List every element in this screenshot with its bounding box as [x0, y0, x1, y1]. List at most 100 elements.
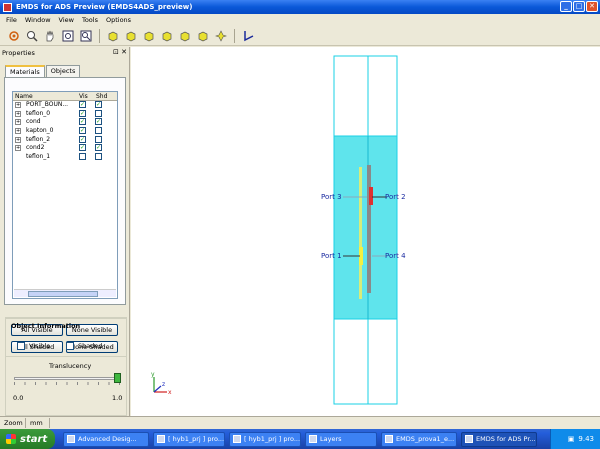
- zoom-box-icon[interactable]: [78, 28, 94, 44]
- table-row[interactable]: + cond ✓ ✓: [13, 118, 117, 127]
- visible-checkbox-box[interactable]: [17, 342, 25, 350]
- view-iso-icon[interactable]: [213, 28, 229, 44]
- 3d-viewport[interactable]: Port 3 Port 2 Port 1 Port 4 x y z: [131, 47, 600, 416]
- column-header-shd[interactable]: Shd: [94, 93, 114, 100]
- translucency-slider-thumb[interactable]: [114, 373, 121, 383]
- translucency-slider-ticks: [14, 382, 120, 385]
- zoom-fit-icon[interactable]: [60, 28, 76, 44]
- table-row[interactable]: + kapton_0 ✓: [13, 127, 117, 136]
- status-mode: Zoom: [0, 417, 26, 428]
- shd-checkbox[interactable]: [95, 127, 102, 135]
- clock[interactable]: 9.43: [578, 435, 594, 443]
- shaded-checkbox-box[interactable]: [66, 342, 74, 350]
- expand-icon[interactable]: +: [15, 110, 21, 117]
- material-name: teflon_0: [26, 109, 51, 117]
- axes-triad: x y z: [151, 371, 172, 396]
- menu-window[interactable]: Window: [21, 16, 55, 24]
- port-2-marker: [369, 187, 373, 205]
- shaded-checkbox-label: Shaded: [78, 342, 103, 350]
- column-header-vis[interactable]: Vis: [77, 93, 94, 100]
- table-row[interactable]: + cond2 ✓ ✓: [13, 144, 117, 153]
- vis-checkbox[interactable]: ✓: [79, 135, 86, 143]
- app-icon: [157, 435, 165, 443]
- network-icon[interactable]: ▣: [568, 435, 575, 443]
- orbit-icon[interactable]: [6, 28, 22, 44]
- vis-checkbox[interactable]: ✓: [79, 127, 86, 135]
- menu-options[interactable]: Options: [102, 16, 135, 24]
- port-3-label[interactable]: Port 3: [321, 193, 342, 201]
- port-2-label[interactable]: Port 2: [385, 193, 406, 201]
- menu-file[interactable]: File: [2, 16, 21, 24]
- taskbar-item-label: Advanced Desig...: [78, 435, 137, 443]
- tab-materials[interactable]: Materials: [5, 65, 45, 77]
- taskbar-item-emds-for-ads[interactable]: EMDS for ADS Pr...: [461, 431, 537, 447]
- taskbar: start Advanced Desig... [ hyb1_prj ] pro…: [0, 429, 600, 449]
- table-row[interactable]: + teflon_0 ✓: [13, 109, 117, 119]
- taskbar-item-emds-prova[interactable]: EMDS_prova1_e...: [381, 431, 457, 447]
- properties-title: Properties: [2, 48, 35, 57]
- toolbar-separator: [99, 28, 100, 43]
- vis-checkbox[interactable]: [79, 153, 86, 161]
- menu-tools[interactable]: Tools: [78, 16, 102, 24]
- app-icon: [233, 435, 241, 443]
- material-name: kapton_0: [26, 127, 54, 135]
- shaded-checkbox[interactable]: Shaded: [66, 342, 102, 350]
- view-left-icon[interactable]: [141, 28, 157, 44]
- table-row[interactable]: teflon_1: [13, 153, 117, 162]
- shd-checkbox[interactable]: [95, 153, 102, 161]
- expand-icon[interactable]: +: [15, 136, 21, 143]
- translucency-slider-track[interactable]: [14, 377, 120, 380]
- window-title: EMDS for ADS Preview (EMDS4ADS_preview): [16, 3, 193, 11]
- view-right-icon[interactable]: [159, 28, 175, 44]
- vis-checkbox[interactable]: ✓: [79, 118, 86, 126]
- taskbar-item-advanced-design[interactable]: Advanced Desig...: [63, 431, 149, 447]
- vis-checkbox[interactable]: ✓: [79, 144, 86, 152]
- shd-checkbox[interactable]: ✓: [95, 101, 102, 108]
- window-title-bar[interactable]: EMDS for ADS Preview (EMDS4ADS_preview) …: [0, 0, 600, 14]
- y-axis-label: y: [151, 371, 155, 378]
- close-button[interactable]: ✕: [586, 1, 598, 12]
- port-4-label[interactable]: Port 4: [385, 252, 406, 260]
- column-header-name[interactable]: Name: [13, 93, 77, 100]
- pin-icon[interactable]: ⊡: [113, 48, 119, 56]
- taskbar-item-hyb1-prj-1[interactable]: [ hyb1_prj ] pro...: [153, 431, 225, 447]
- shd-checkbox[interactable]: ✓: [95, 144, 102, 152]
- app-icon: [309, 435, 317, 443]
- axes-icon[interactable]: [240, 28, 256, 44]
- tab-objects[interactable]: Objects: [45, 65, 81, 77]
- menu-view[interactable]: View: [55, 16, 78, 24]
- view-bottom-icon[interactable]: [195, 28, 211, 44]
- table-row[interactable]: + PORT_BOUN... ✓ ✓: [13, 101, 117, 110]
- properties-panel: Properties ⊡ ✕ Materials Objects Name Vi…: [0, 47, 130, 416]
- vis-checkbox[interactable]: ✓: [79, 101, 86, 108]
- minimize-button[interactable]: _: [560, 1, 572, 12]
- material-name: teflon_2: [26, 135, 51, 143]
- vis-checkbox[interactable]: ✓: [79, 109, 86, 117]
- 3d-scene[interactable]: Port 3 Port 2 Port 1 Port 4 x y z: [131, 47, 600, 416]
- expand-icon[interactable]: +: [15, 102, 21, 108]
- zoom-icon[interactable]: [24, 28, 40, 44]
- expand-icon[interactable]: +: [15, 145, 21, 152]
- shd-checkbox[interactable]: [95, 135, 102, 143]
- taskbar-item-layers[interactable]: Layers: [305, 431, 377, 447]
- port-1-label[interactable]: Port 1: [321, 252, 342, 260]
- maximize-button[interactable]: □: [573, 1, 585, 12]
- shd-checkbox[interactable]: [95, 109, 102, 117]
- shd-checkbox[interactable]: ✓: [95, 118, 102, 126]
- view-top-icon[interactable]: [177, 28, 193, 44]
- taskbar-item-label: [ hyb1_prj ] pro...: [244, 435, 301, 443]
- pan-icon[interactable]: [42, 28, 58, 44]
- materials-table: Name Vis Shd + PORT_BOUN... ✓ ✓ + teflon_0 ✓ + c…: [12, 91, 118, 299]
- horizontal-scrollbar[interactable]: [14, 289, 116, 297]
- taskbar-item-hyb1-prj-2[interactable]: [ hyb1_prj ] pro...: [229, 431, 301, 447]
- scrollbar-thumb[interactable]: [28, 291, 98, 297]
- view-back-icon[interactable]: [123, 28, 139, 44]
- panel-close-icon[interactable]: ✕: [121, 48, 127, 56]
- start-button[interactable]: start: [0, 429, 55, 449]
- table-row[interactable]: + teflon_2 ✓: [13, 135, 117, 145]
- view-front-icon[interactable]: [105, 28, 121, 44]
- expand-icon[interactable]: +: [15, 119, 21, 126]
- visible-checkbox[interactable]: Visible: [17, 342, 50, 350]
- expand-icon[interactable]: +: [15, 128, 21, 135]
- status-units: mm: [26, 417, 50, 428]
